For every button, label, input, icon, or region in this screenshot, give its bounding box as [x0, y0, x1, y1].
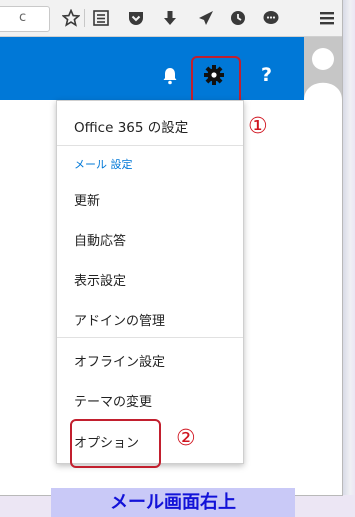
avatar[interactable]	[304, 37, 342, 100]
menu-item-refresh[interactable]: 更新	[57, 190, 243, 210]
reload-icon[interactable]: c	[19, 10, 26, 25]
chat-icon[interactable]	[262, 9, 280, 27]
send-icon[interactable]	[197, 9, 215, 27]
url-bar[interactable]: c	[0, 6, 50, 32]
avatar-icon	[304, 37, 342, 100]
app-header: ?	[0, 37, 342, 100]
section-label-mail-settings: メール 設定	[74, 158, 133, 171]
menu-item-offline-settings[interactable]: オフライン設定	[57, 351, 243, 371]
browser-window: c ? ① Office 365 の設定 メール 設定 更新 自動応答 表示設定…	[0, 0, 343, 496]
marker-1: ①	[248, 114, 268, 139]
star-icon[interactable]	[62, 9, 80, 27]
menu-item-office365-settings[interactable]: Office 365 の設定	[57, 116, 243, 136]
menu-item-label: Office 365 の設定	[74, 120, 189, 136]
menu-icon[interactable]	[318, 9, 336, 27]
menu-item-label: テーマの変更	[74, 395, 153, 410]
options-highlight-box	[70, 419, 161, 468]
menu-item-label: 更新	[74, 194, 101, 209]
reading-list-icon[interactable]	[92, 9, 110, 27]
menu-item-label: アドインの管理	[74, 314, 166, 329]
marker-2: ②	[176, 426, 196, 451]
menu-divider	[57, 145, 243, 146]
menu-item-label: 表示設定	[74, 274, 127, 289]
pocket-icon[interactable]	[127, 9, 145, 27]
browser-toolbar: c	[0, 0, 342, 37]
toolbar-separator	[84, 9, 85, 27]
caption-label: メール画面右上	[51, 488, 295, 517]
menu-item-label: オフライン設定	[74, 355, 166, 370]
history-icon[interactable]	[229, 9, 247, 27]
menu-divider	[57, 337, 243, 338]
menu-item-change-theme[interactable]: テーマの変更	[57, 391, 243, 411]
settings-dropdown: Office 365 の設定 メール 設定 更新 自動応答 表示設定 アドインの…	[56, 100, 244, 464]
menu-item-display-settings[interactable]: 表示設定	[57, 270, 243, 290]
download-icon[interactable]	[161, 9, 179, 27]
background-edge	[343, 0, 355, 495]
menu-item-automatic-replies[interactable]: 自動応答	[57, 230, 243, 250]
help-button[interactable]: ?	[261, 64, 272, 86]
bell-icon[interactable]	[162, 67, 178, 85]
menu-item-label: 自動応答	[74, 234, 127, 249]
menu-item-manage-addins[interactable]: アドインの管理	[57, 310, 243, 330]
